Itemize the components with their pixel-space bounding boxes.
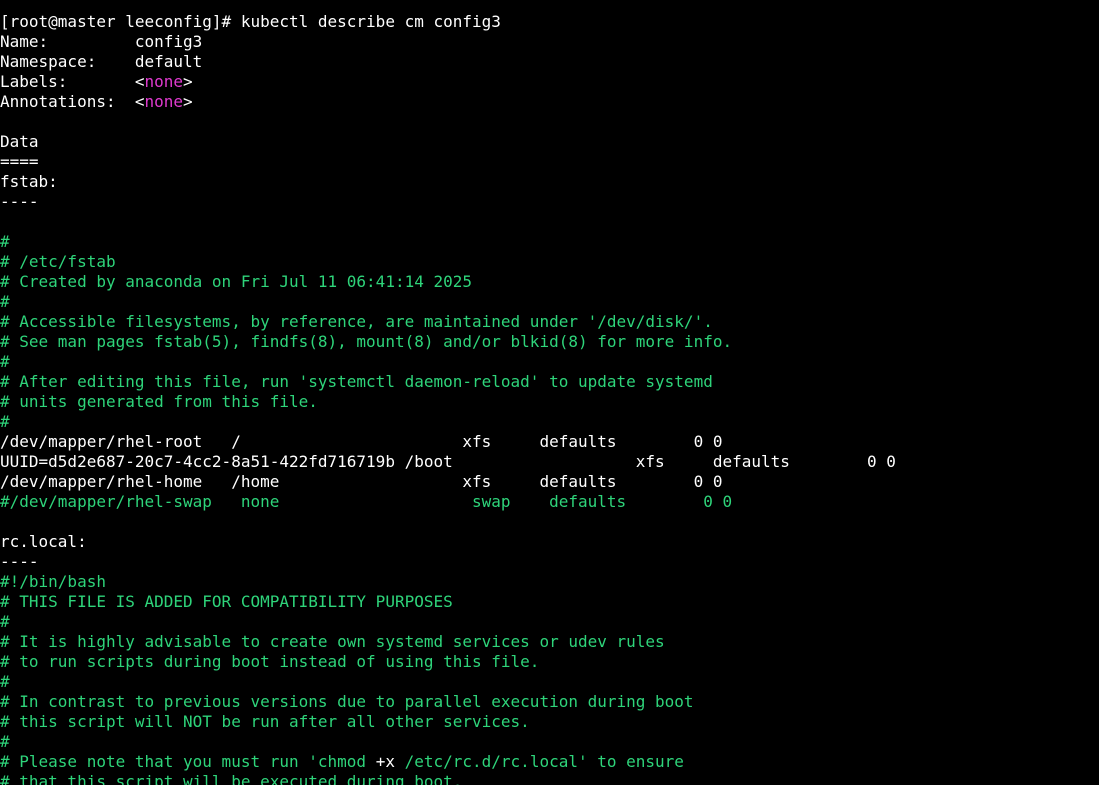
- terminal-text: +x: [375, 752, 395, 771]
- terminal-line: #!/bin/bash: [0, 572, 106, 592]
- terminal-line: #: [0, 732, 10, 752]
- terminal-text: /etc/rc.d/rc.local' to ensure: [394, 752, 684, 771]
- terminal-text: # In contrast to previous versions due t…: [0, 692, 694, 711]
- terminal-text: ----: [0, 552, 39, 571]
- terminal-line: Namespace: default: [0, 52, 202, 72]
- terminal-line: Data: [0, 132, 39, 152]
- terminal-text: #: [0, 412, 10, 431]
- terminal-text: # /etc/fstab: [0, 252, 116, 271]
- terminal-line: UUID=d5d2e687-20c7-4cc2-8a51-422fd716719…: [0, 452, 896, 472]
- terminal-window[interactable]: [root@master leeconfig]# kubectl describ…: [0, 0, 1099, 785]
- terminal-line: #: [0, 612, 10, 632]
- terminal-line: Name: config3: [0, 32, 202, 52]
- terminal-line: #: [0, 672, 10, 692]
- terminal-line: #/dev/mapper/rhel-swap none swap default…: [0, 492, 732, 512]
- terminal-line: # units generated from this file.: [0, 392, 318, 412]
- terminal-line: #: [0, 412, 10, 432]
- terminal-line: # /etc/fstab: [0, 252, 116, 272]
- terminal-line: Annotations: <none>: [0, 92, 193, 112]
- terminal-text: #: [0, 352, 10, 371]
- terminal-line: /dev/mapper/rhel-home /home xfs defaults…: [0, 472, 722, 492]
- terminal-text: fstab:: [0, 172, 58, 191]
- terminal-line: # THIS FILE IS ADDED FOR COMPATIBILITY P…: [0, 592, 453, 612]
- terminal-line: fstab:: [0, 172, 58, 192]
- terminal-text: #/dev/mapper/rhel-swap none swap default…: [0, 492, 733, 511]
- terminal-text: # this script will NOT be run after all …: [0, 712, 530, 731]
- terminal-line: #: [0, 352, 10, 372]
- terminal-text: /dev/mapper/rhel-home /home xfs defaults…: [0, 472, 723, 491]
- terminal-text: # THIS FILE IS ADDED FOR COMPATIBILITY P…: [0, 592, 453, 611]
- terminal-line: # this script will NOT be run after all …: [0, 712, 530, 732]
- terminal-text: #!/bin/bash: [0, 572, 106, 591]
- terminal-text: # units generated from this file.: [0, 392, 318, 411]
- terminal-text: Labels: <: [0, 72, 145, 91]
- terminal-line: # Please note that you must run 'chmod +…: [0, 752, 684, 772]
- terminal-text: UUID=d5d2e687-20c7-4cc2-8a51-422fd716719…: [0, 452, 896, 471]
- terminal-text: #: [0, 292, 10, 311]
- terminal-text: #: [0, 232, 10, 251]
- terminal-text: # Accessible filesystems, by reference, …: [0, 312, 713, 331]
- terminal-text: # Please note that you must run 'chmod: [0, 752, 376, 771]
- terminal-line: # See man pages fstab(5), findfs(8), mou…: [0, 332, 732, 352]
- terminal-text: #: [0, 672, 10, 691]
- terminal-line: # After editing this file, run 'systemct…: [0, 372, 713, 392]
- terminal-text: rc.local:: [0, 532, 87, 551]
- terminal-text: # See man pages fstab(5), findfs(8), mou…: [0, 332, 733, 351]
- terminal-line: [root@master leeconfig]# kubectl describ…: [0, 12, 501, 32]
- terminal-line: #: [0, 292, 10, 312]
- terminal-text: none: [144, 92, 184, 111]
- terminal-text: Annotations: <: [0, 92, 145, 111]
- terminal-text: Data: [0, 132, 39, 151]
- terminal-text: none: [144, 72, 184, 91]
- terminal-text: # that this script will be executed duri…: [0, 772, 463, 785]
- terminal-text: Namespace: default: [0, 52, 203, 71]
- terminal-line: ----: [0, 192, 39, 212]
- terminal-text: #: [0, 732, 10, 751]
- terminal-text: # It is highly advisable to create own s…: [0, 632, 665, 651]
- terminal-line: rc.local:: [0, 532, 87, 552]
- terminal-line: ----: [0, 552, 39, 572]
- terminal-line: /dev/mapper/rhel-root / xfs defaults 0 0: [0, 432, 722, 452]
- terminal-text: # to run scripts during boot instead of …: [0, 652, 540, 671]
- terminal-text: /dev/mapper/rhel-root / xfs defaults 0 0: [0, 432, 723, 451]
- terminal-text: ====: [0, 152, 39, 171]
- terminal-line: ====: [0, 152, 39, 172]
- terminal-text: #: [0, 612, 10, 631]
- terminal-line: # It is highly advisable to create own s…: [0, 632, 665, 652]
- terminal-line: #: [0, 232, 10, 252]
- terminal-text: # Created by anaconda on Fri Jul 11 06:4…: [0, 272, 473, 291]
- terminal-text: Name: config3: [0, 32, 203, 51]
- terminal-text: # After editing this file, run 'systemct…: [0, 372, 713, 391]
- terminal-line: # that this script will be executed duri…: [0, 772, 462, 785]
- terminal-line: # In contrast to previous versions due t…: [0, 692, 694, 712]
- terminal-line: # Accessible filesystems, by reference, …: [0, 312, 713, 332]
- terminal-line: # Created by anaconda on Fri Jul 11 06:4…: [0, 272, 472, 292]
- terminal-text: ----: [0, 192, 39, 211]
- terminal-line: # to run scripts during boot instead of …: [0, 652, 539, 672]
- terminal-text: >: [183, 92, 193, 111]
- terminal-line: Labels: <none>: [0, 72, 193, 92]
- terminal-text: >: [183, 72, 193, 91]
- terminal-text: [root@master leeconfig]# kubectl describ…: [0, 12, 501, 31]
